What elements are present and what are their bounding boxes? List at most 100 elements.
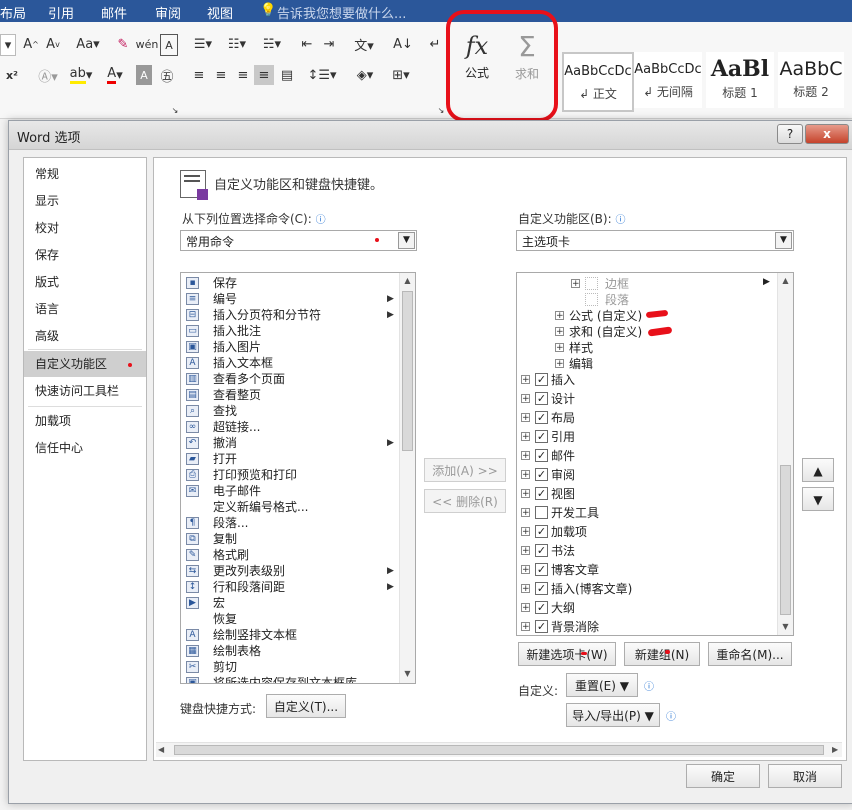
remove-button[interactable]: << 删除(R)	[424, 489, 506, 513]
expand-icon[interactable]: +	[521, 622, 530, 632]
nav-typography[interactable]: 版式	[24, 269, 146, 295]
scroll-down-icon[interactable]: ▼	[778, 619, 793, 634]
expand-icon[interactable]: +	[521, 470, 530, 480]
tab-checkbox[interactable]: ✓	[535, 563, 548, 576]
ribbon-tree[interactable]: + 边框 段落 + 公式 (自定义) + 求和 (自定义) + 样式 + 编辑 + ✓ 插入 + ✓ 设计 + ✓ 布…	[516, 272, 794, 636]
tab-checkbox[interactable]: ✓	[535, 601, 548, 614]
decrease-indent-icon[interactable]: ⇤	[298, 34, 316, 54]
expand-icon[interactable]: +	[555, 343, 564, 353]
align-left-icon[interactable]: ≡	[190, 65, 208, 85]
font-dialog-launcher-icon[interactable]: ↘	[170, 100, 180, 120]
distributed-icon[interactable]: ▤	[278, 65, 296, 85]
nav-display[interactable]: 显示	[24, 188, 146, 214]
show-marks-icon[interactable]: ↵	[426, 34, 444, 54]
command-item[interactable]: ⧉ 复制	[181, 531, 399, 547]
tree-scrollbar[interactable]: ▲ ▼	[777, 273, 793, 635]
justify-icon[interactable]: ≡	[254, 65, 274, 85]
tree-item[interactable]: + ✓ 设计	[517, 390, 775, 408]
align-right-icon[interactable]: ≡	[234, 65, 252, 85]
scroll-up-icon[interactable]: ▲	[778, 273, 793, 288]
panel-hscrollbar[interactable]: ◀ ▶	[156, 742, 842, 757]
customize-ribbon-dropdown[interactable]: 主选项卡 ▼	[516, 230, 794, 251]
rename-button[interactable]: 重命名(M)...	[708, 642, 792, 666]
style-heading-1[interactable]: AaBl 标题 1	[706, 52, 774, 108]
tab-checkbox[interactable]: ✓	[535, 468, 548, 481]
nav-general[interactable]: 常规	[24, 161, 146, 187]
ok-button[interactable]: 确定	[686, 764, 760, 788]
scroll-left-icon[interactable]: ◀	[158, 745, 164, 754]
command-item[interactable]: 定义新编号格式...	[181, 499, 399, 515]
style-heading-2[interactable]: AaBbC 标题 2	[778, 52, 844, 108]
expand-icon[interactable]: +	[571, 279, 580, 289]
sort-icon[interactable]: A↓	[393, 34, 413, 54]
expand-icon[interactable]: +	[521, 489, 530, 499]
font-size-box[interactable]: ▾	[0, 34, 16, 56]
expand-icon[interactable]: +	[521, 527, 530, 537]
cancel-button[interactable]: 取消	[768, 764, 842, 788]
close-button[interactable]: x	[805, 124, 849, 144]
command-item[interactable]: ≡ 编号 ▶	[181, 291, 399, 307]
expand-icon[interactable]: +	[521, 584, 530, 594]
command-item[interactable]: ▥ 查看多个页面	[181, 371, 399, 387]
command-item[interactable]: ✂ 剪切	[181, 659, 399, 675]
scroll-right-icon[interactable]: ▶	[832, 745, 838, 754]
expand-icon[interactable]: +	[555, 359, 564, 369]
scroll-thumb[interactable]	[780, 465, 791, 615]
tab-checkbox[interactable]: ✓	[535, 487, 548, 500]
command-item[interactable]: ▣ 插入图片	[181, 339, 399, 355]
expand-icon[interactable]: +	[521, 565, 530, 575]
tab-checkbox[interactable]: ✓	[535, 582, 548, 595]
change-case-icon[interactable]: Aa▾	[72, 34, 104, 54]
move-down-button[interactable]: ▼	[802, 487, 834, 511]
command-item[interactable]: ⌕ 查找	[181, 403, 399, 419]
nav-addins[interactable]: 加载项	[24, 408, 146, 434]
expand-icon[interactable]: +	[555, 311, 564, 321]
command-item[interactable]: ▶ 宏	[181, 595, 399, 611]
text-effects-icon[interactable]: Ⓐ▾	[34, 65, 62, 85]
command-item[interactable]: ▪ 保存	[181, 275, 399, 291]
line-spacing-icon[interactable]: ↕☰▾	[307, 65, 336, 85]
tab-mailings[interactable]: 邮件	[101, 3, 127, 22]
expand-icon[interactable]: +	[521, 451, 530, 461]
shrink-font-icon[interactable]: Av	[44, 34, 62, 54]
tree-item[interactable]: + ✓ 审阅	[517, 466, 775, 484]
nav-language[interactable]: 语言	[24, 296, 146, 322]
chinese-layout-icon[interactable]: 文▾	[350, 34, 378, 54]
tab-checkbox[interactable]: ✓	[535, 373, 548, 386]
command-item[interactable]: ▦ 绘制表格	[181, 643, 399, 659]
command-item[interactable]: ▤ 查看整页	[181, 387, 399, 403]
scroll-down-icon[interactable]: ▼	[400, 666, 415, 681]
style-no-spacing[interactable]: AaBbCcDc ↲ 无间隔	[634, 52, 702, 108]
tell-me-box[interactable]: 告诉我您想要做什么...	[277, 3, 406, 22]
char-shading-icon[interactable]: A	[136, 65, 152, 85]
style-normal[interactable]: AaBbCcDc ↲ 正文	[562, 52, 634, 112]
tab-checkbox[interactable]: ✓	[535, 392, 548, 405]
scroll-up-icon[interactable]: ▲	[400, 273, 415, 288]
command-item[interactable]: ✉ 电子邮件	[181, 483, 399, 499]
highlight-icon[interactable]: ab ▾	[66, 65, 96, 85]
tree-item[interactable]: + ✓ 博客文章	[517, 561, 775, 579]
bullets-icon[interactable]: ☰▾	[190, 34, 216, 54]
grow-font-icon[interactable]: A ^	[22, 34, 40, 54]
clear-format-icon[interactable]: ✎	[114, 34, 132, 54]
add-button[interactable]: 添加(A) >>	[424, 458, 506, 482]
commands-scrollbar[interactable]: ▲ ▼	[399, 273, 415, 683]
tree-item[interactable]: + ✓ 加载项	[517, 523, 775, 541]
command-item[interactable]: A 绘制竖排文本框	[181, 627, 399, 643]
align-center-icon[interactable]: ≡	[212, 65, 230, 85]
tree-item[interactable]: + ✓ 插入	[517, 371, 775, 389]
import-export-button[interactable]: 导入/导出(P) ▼	[566, 703, 660, 727]
command-item[interactable]: ↶ 撤消 ▶	[181, 435, 399, 451]
nav-save[interactable]: 保存	[24, 242, 146, 268]
move-up-button[interactable]: ▲	[802, 458, 834, 482]
help-button[interactable]: ?	[777, 124, 803, 144]
scroll-thumb[interactable]	[402, 291, 413, 451]
tree-item[interactable]: + ✓ 书法	[517, 542, 775, 560]
borders-icon[interactable]: ⊞▾	[386, 65, 416, 85]
font-color-icon[interactable]: A ▾	[100, 65, 130, 85]
commands-list[interactable]: ▪ 保存 ≡ 编号 ▶ ⊟ 插入分页符和分节符 ▶ ▭ 插入批注 ▣ 插入图片 A 插入文本框 ▥ 查看多个页…	[180, 272, 416, 684]
tab-checkbox[interactable]: ✓	[535, 544, 548, 557]
tab-layout[interactable]: 布局	[0, 3, 26, 22]
tab-view[interactable]: 视图	[207, 3, 233, 22]
new-group-button[interactable]: 新建组(N)	[624, 642, 700, 666]
